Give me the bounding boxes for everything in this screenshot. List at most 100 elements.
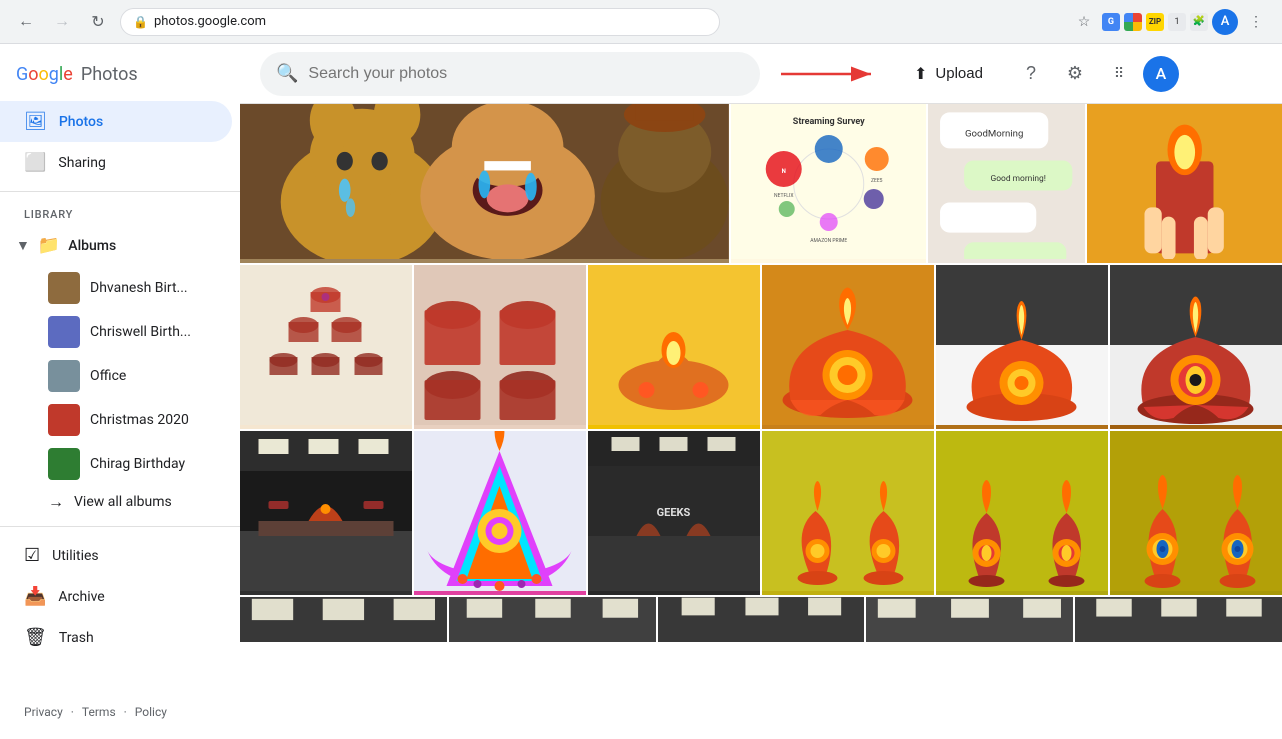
photo-diya-pink[interactable]: [414, 431, 586, 595]
photo-diya-yellow-double3[interactable]: [1110, 431, 1282, 595]
album-name-office: Office: [90, 368, 126, 384]
app-logo-area: Google Photos: [0, 52, 240, 101]
ext-num[interactable]: 1: [1168, 13, 1186, 31]
photo-row-1: Streaming Survey N NETFLIX AMAZON: [240, 104, 1282, 263]
upload-label: Upload: [935, 65, 983, 82]
photo-diya-large2[interactable]: [936, 265, 1108, 429]
nav-photos-label: Photos: [59, 114, 103, 130]
nav-trash-label: Trash: [59, 630, 94, 646]
user-avatar[interactable]: A: [1143, 56, 1179, 92]
svg-text:Streaming Survey: Streaming Survey: [792, 117, 864, 127]
upload-icon: ⬆: [914, 64, 927, 84]
photo-diya-yellow-double2[interactable]: [936, 431, 1108, 595]
nav-photos[interactable]: 🖼 Photos: [0, 101, 232, 142]
photo-chart[interactable]: Streaming Survey N NETFLIX AMAZON: [731, 104, 926, 263]
album-thumb-dhvanesh: [48, 272, 80, 304]
settings-button[interactable]: ⚙: [1055, 54, 1095, 94]
svg-text:GoodMorning: GoodMorning: [965, 128, 1023, 139]
privacy-link[interactable]: Privacy: [24, 705, 63, 719]
photo-diya-large3[interactable]: [1110, 265, 1282, 429]
photo-cups-tree[interactable]: [240, 265, 412, 429]
search-input[interactable]: [308, 65, 744, 83]
nav-sharing[interactable]: ⬜ Sharing: [0, 142, 232, 183]
svg-text:NETFLIX: NETFLIX: [774, 193, 793, 199]
photo-office2[interactable]: GEEKS: [588, 431, 760, 595]
photo-ceiling1[interactable]: [240, 597, 447, 642]
view-all-label: View all albums: [74, 494, 172, 510]
apps-button[interactable]: ⠿: [1099, 54, 1139, 94]
photo-ceiling4[interactable]: [866, 597, 1073, 642]
address-bar[interactable]: 🔒 photos.google.com: [120, 8, 720, 36]
photo-diya-large1[interactable]: [762, 265, 934, 429]
google-logo: Google: [16, 64, 73, 85]
ext-puzzle[interactable]: 🧩: [1190, 13, 1208, 31]
album-item-christmas[interactable]: Christmas 2020: [0, 398, 240, 442]
album-item-office[interactable]: Office: [0, 354, 240, 398]
albums-toggle[interactable]: ▼ 📁 Albums: [0, 225, 240, 266]
album-name-dhvanesh: Dhvanesh Birt...: [90, 280, 188, 296]
photo-dogs[interactable]: [240, 104, 729, 263]
bookmark-icon[interactable]: ☆: [1070, 8, 1098, 36]
photo-row-2: [240, 265, 1282, 429]
reload-button[interactable]: ↻: [84, 8, 112, 36]
help-button[interactable]: ?: [1011, 54, 1051, 94]
photo-diya-yellow-double1[interactable]: [762, 431, 934, 595]
trash-icon: 🗑: [24, 627, 47, 648]
back-button[interactable]: ←: [12, 8, 40, 36]
url-text: photos.google.com: [154, 14, 266, 29]
chevron-down-icon: ▼: [16, 237, 30, 254]
sidebar-divider2: [0, 526, 240, 527]
utilities-icon: ☑: [24, 545, 40, 566]
annotation-arrow: [776, 60, 886, 88]
ext-color[interactable]: [1124, 13, 1142, 31]
photo-candle[interactable]: [1087, 104, 1282, 263]
nav-archive-label: Archive: [58, 589, 104, 605]
photo-ceiling3[interactable]: [658, 597, 865, 642]
sidebar: Google Photos 🖼 Photos ⬜ Sharing LIBRARY…: [0, 44, 240, 739]
forward-button[interactable]: →: [48, 8, 76, 36]
nav-sharing-label: Sharing: [58, 155, 105, 171]
terms-link[interactable]: Terms: [82, 705, 116, 719]
album-thumb-office: [48, 360, 80, 392]
photo-ceiling2[interactable]: [449, 597, 656, 642]
sharing-icon: ⬜: [24, 152, 46, 173]
nav-trash[interactable]: 🗑 Trash: [0, 617, 232, 658]
app-name: Photos: [81, 64, 138, 85]
photo-office-room[interactable]: [240, 431, 412, 595]
arrow-right-icon: →: [48, 492, 64, 512]
policy-link[interactable]: Policy: [135, 705, 167, 719]
view-all-albums[interactable]: → View all albums: [0, 486, 240, 518]
svg-text:AMAZON PRIME: AMAZON PRIME: [810, 238, 847, 244]
album-item-dhvanesh[interactable]: Dhvanesh Birt...: [0, 266, 240, 310]
album-item-chirag[interactable]: Chirag Birthday: [0, 442, 240, 486]
archive-icon: 📥: [24, 586, 46, 607]
svg-text:Good morning!: Good morning!: [991, 174, 1046, 184]
photo-row-3: GEEKS: [240, 431, 1282, 595]
nav-archive[interactable]: 📥 Archive: [0, 576, 232, 617]
more-menu-button[interactable]: ⋮: [1242, 8, 1270, 36]
album-item-chriswell[interactable]: Chriswell Birth...: [0, 310, 240, 354]
sidebar-divider: [0, 191, 240, 192]
photo-diya-yellow-sm[interactable]: [588, 265, 760, 429]
search-bar[interactable]: 🔍: [260, 52, 760, 96]
album-thumb-chirag: [48, 448, 80, 480]
photo-ceiling5[interactable]: [1075, 597, 1282, 642]
album-name-chriswell: Chriswell Birth...: [90, 324, 191, 340]
album-thumb-chriswell: [48, 316, 80, 348]
browser-actions: ☆ G ZIP 1 🧩 A ⋮: [1070, 8, 1270, 36]
library-label: LIBRARY: [0, 200, 240, 225]
ext-zip[interactable]: ZIP: [1146, 13, 1164, 31]
album-name-chirag: Chirag Birthday: [90, 456, 185, 472]
header-icons: ? ⚙ ⠿ A: [1011, 54, 1179, 94]
profile-avatar[interactable]: A: [1212, 9, 1238, 35]
albums-label: Albums: [68, 238, 116, 254]
footer-dot2: ·: [124, 705, 127, 719]
footer-dot1: ·: [71, 705, 74, 719]
upload-button[interactable]: ⬆ Upload: [902, 56, 995, 92]
ext-google[interactable]: G: [1102, 13, 1120, 31]
photo-whatsapp[interactable]: GoodMorning Good morning!: [928, 104, 1084, 263]
photo-cups-closeup[interactable]: [414, 265, 586, 429]
nav-utilities[interactable]: ☑ Utilities: [0, 535, 232, 576]
sidebar-footer: Privacy · Terms · Policy: [0, 693, 240, 731]
browser-bar: ← → ↻ 🔒 photos.google.com ☆ G ZIP 1 🧩 A …: [0, 0, 1282, 44]
